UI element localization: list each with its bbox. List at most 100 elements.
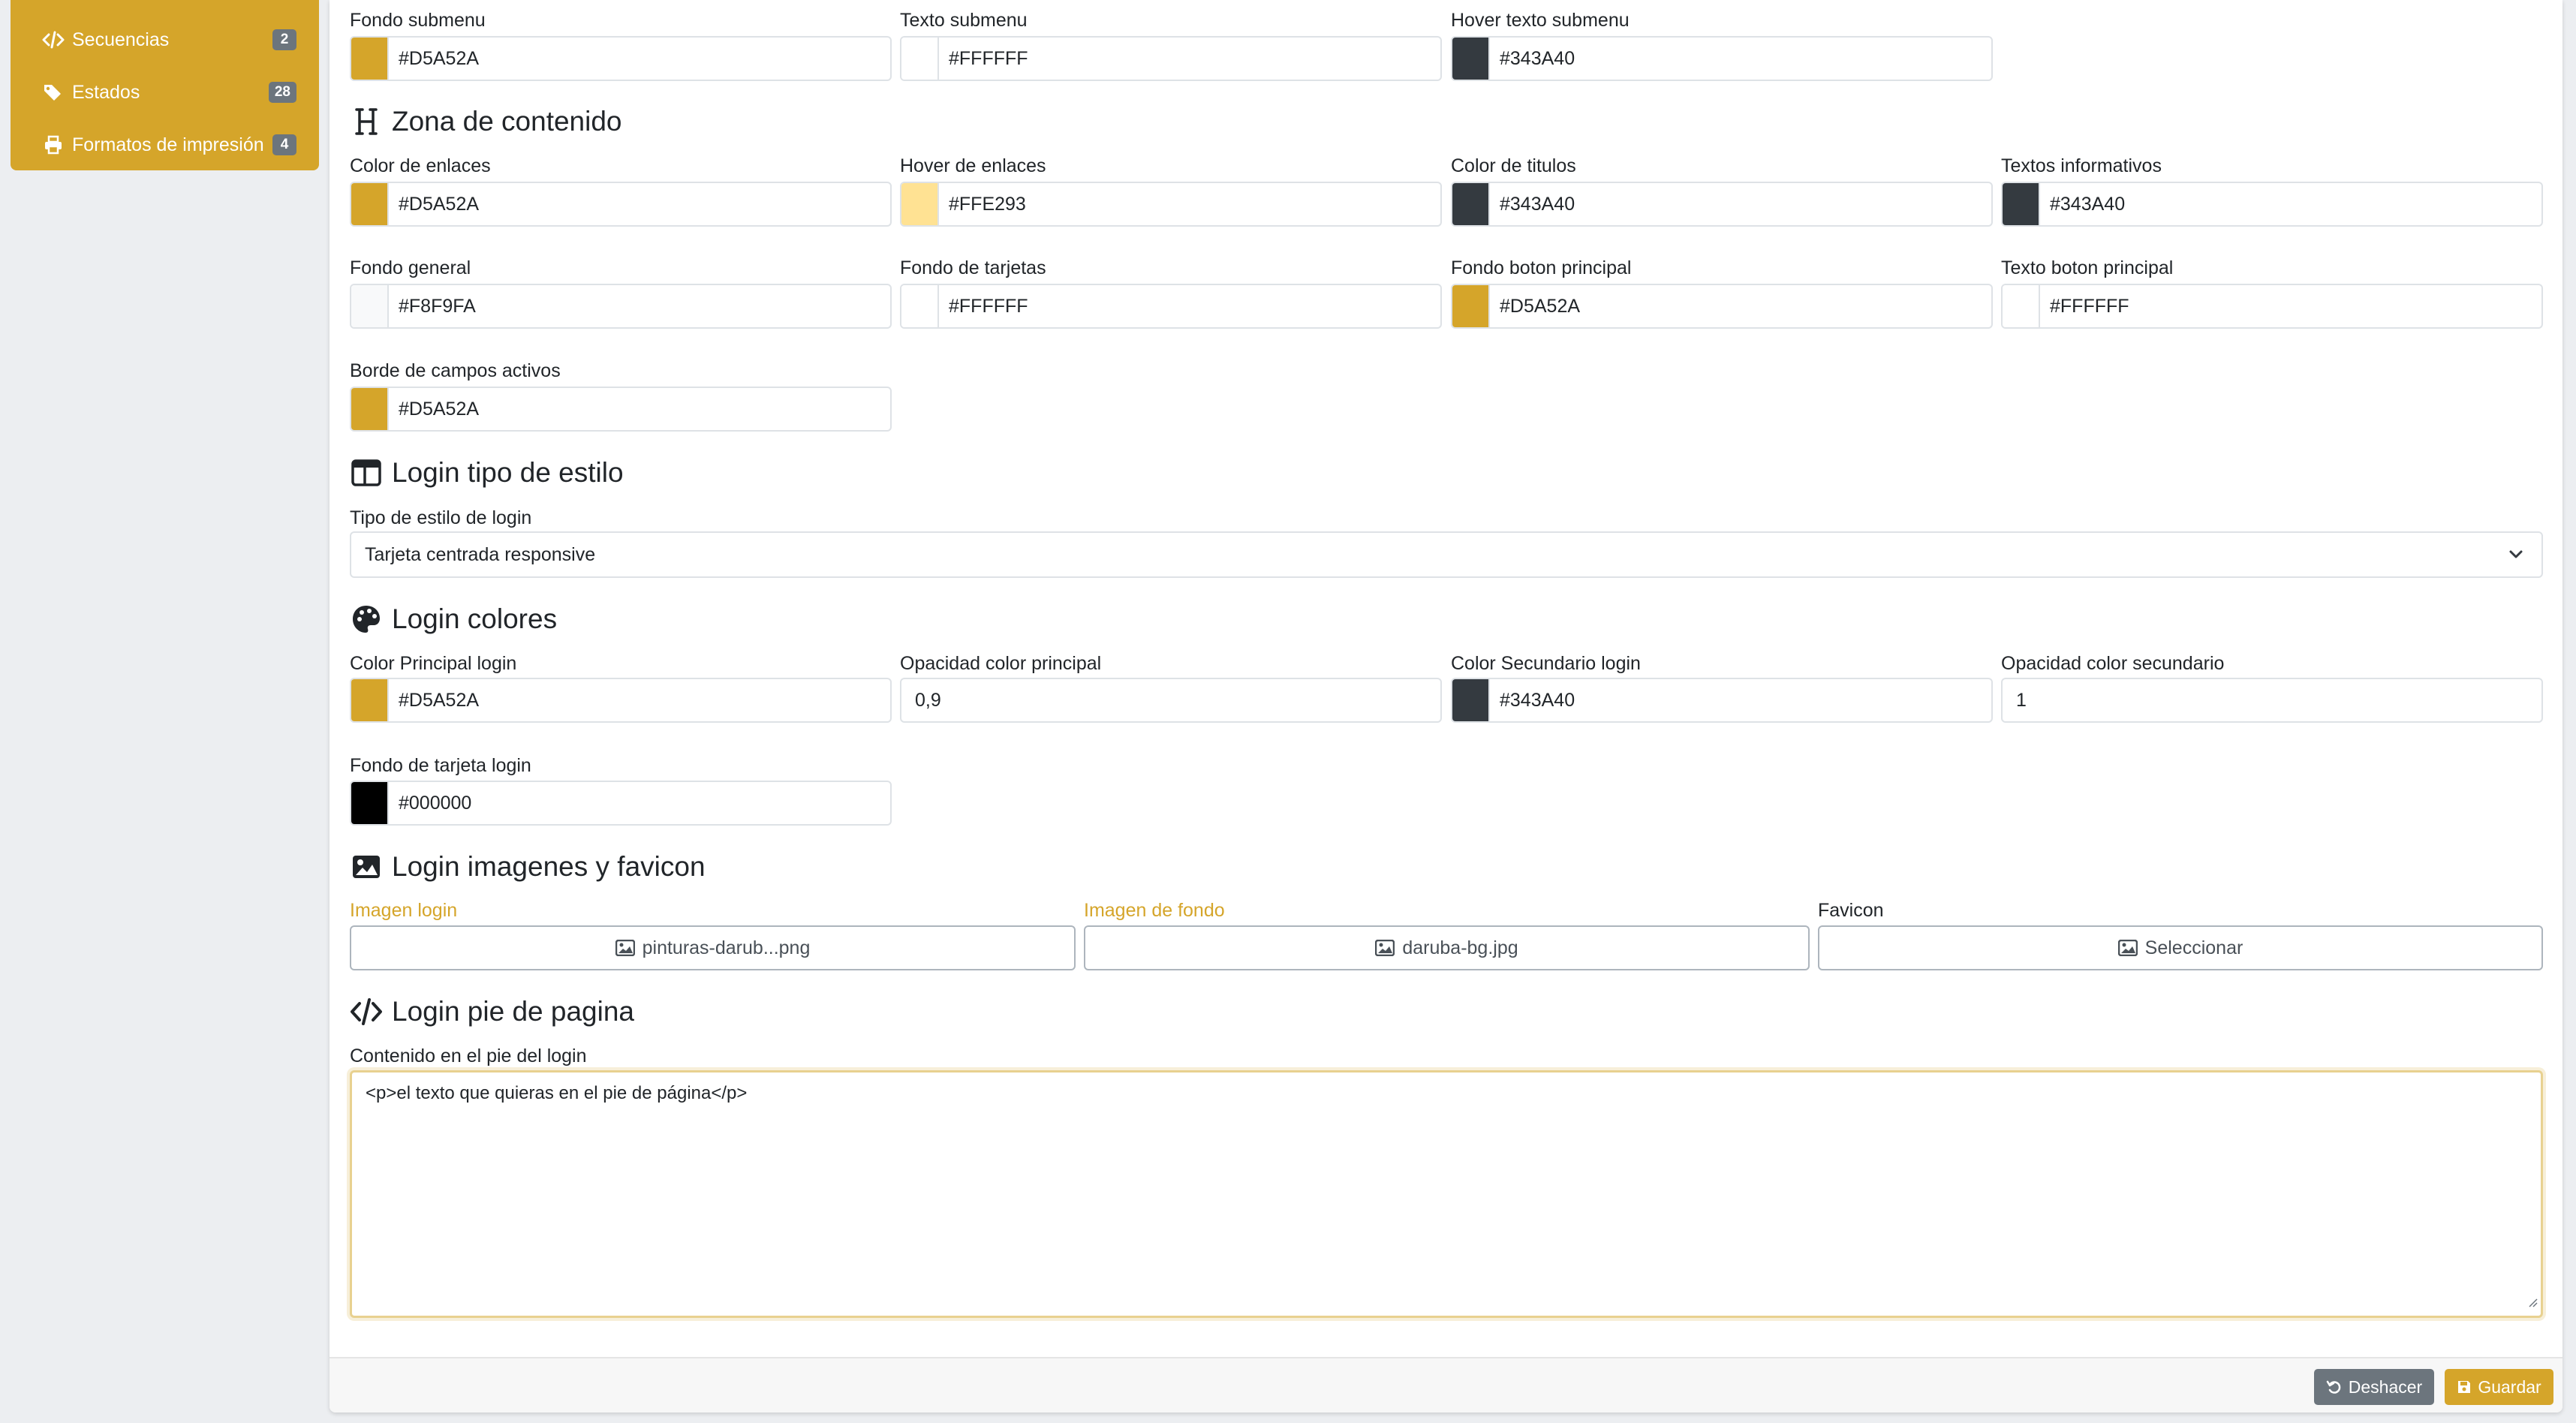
color-swatch[interactable]: [1452, 285, 1490, 327]
color-swatch[interactable]: [901, 285, 939, 327]
file-select-imagen-login[interactable]: pinturas-darub...png: [350, 925, 1076, 970]
color-swatch[interactable]: [351, 679, 389, 721]
color-field-borde-campos-activos[interactable]: #D5A52A: [350, 387, 892, 432]
section-title-login-style: Login tipo de estilo: [350, 456, 624, 489]
undo-button[interactable]: Deshacer: [2314, 1369, 2434, 1405]
color-swatch[interactable]: [2003, 285, 2040, 327]
count-badge: 4: [272, 134, 296, 155]
section-title-login-colors: Login colores: [350, 603, 557, 636]
layout-icon: [350, 456, 383, 489]
color-field-hover-texto-submenu[interactable]: #343A40: [1451, 36, 1993, 81]
file-select-favicon[interactable]: Seleccionar: [1818, 925, 2543, 970]
sidebar-item-secuencias[interactable]: Secuencias 2: [11, 14, 319, 66]
input-value: 1: [2016, 689, 2027, 711]
section-title: Login tipo de estilo: [392, 457, 624, 488]
field-label: Fondo de tarjeta login: [350, 755, 531, 776]
color-field-texto-boton-principal[interactable]: #FFFFFF: [2001, 284, 2543, 329]
sidebar-menu: Secuencias 2 Estados 28 Formatos de impr…: [11, 0, 319, 170]
color-swatch[interactable]: [901, 38, 939, 80]
color-swatch[interactable]: [1452, 183, 1490, 225]
color-value: #343A40: [1500, 689, 1575, 711]
color-field-color-secundario-login[interactable]: #343A40: [1451, 678, 1993, 723]
color-field-fondo-tarjetas[interactable]: #FFFFFF: [900, 284, 1442, 329]
color-value: #FFFFFF: [949, 47, 1028, 69]
opacity-secondary-input[interactable]: 1: [2001, 678, 2543, 723]
palette-icon: [350, 603, 383, 636]
sidebar-item-label: Formatos de impresión: [72, 134, 264, 155]
color-swatch[interactable]: [351, 782, 389, 824]
sidebar-item-label: Secuencias: [72, 29, 170, 50]
color-value: #FFFFFF: [2050, 295, 2129, 317]
color-swatch[interactable]: [351, 183, 389, 225]
field-label: Borde de campos activos: [350, 360, 561, 381]
color-field-hover-enlaces[interactable]: #FFE293: [900, 182, 1442, 227]
color-field-color-principal-login[interactable]: #D5A52A: [350, 678, 892, 723]
field-label: Hover texto submenu: [1451, 10, 1630, 31]
color-value: #D5A52A: [399, 193, 480, 215]
color-value: #D5A52A: [399, 47, 480, 69]
opacity-primary-input[interactable]: 0,9: [900, 678, 1442, 723]
field-label: Color Principal login: [350, 653, 517, 674]
resize-handle-icon[interactable]: [2527, 1292, 2538, 1313]
color-value: #F8F9FA: [399, 295, 476, 317]
color-field-fondo-submenu[interactable]: #D5A52A: [350, 36, 892, 81]
color-swatch[interactable]: [351, 388, 389, 430]
color-field-fondo-general[interactable]: #F8F9FA: [350, 284, 892, 329]
tags-icon: [42, 81, 65, 104]
textarea-value: <p>el texto que quieras en el pie de pág…: [366, 1083, 748, 1103]
field-label: Imagen login: [350, 900, 458, 921]
input-value: 0,9: [915, 689, 941, 711]
field-label: Tipo de estilo de login: [350, 507, 532, 528]
login-style-select[interactable]: Tarjeta centrada responsive: [350, 531, 2543, 578]
color-field-textos-informativos[interactable]: #343A40: [2001, 182, 2543, 227]
color-value: #000000: [399, 792, 472, 814]
color-value: #D5A52A: [1500, 295, 1581, 317]
color-field-texto-submenu[interactable]: #FFFFFF: [900, 36, 1442, 81]
color-value: #343A40: [1500, 47, 1575, 69]
color-swatch[interactable]: [1452, 38, 1490, 80]
field-label: Fondo submenu: [350, 10, 486, 31]
footer-content-textarea[interactable]: <p>el texto que quieras en el pie de pág…: [350, 1070, 2543, 1318]
field-label: Contenido en el pie del login: [350, 1045, 587, 1066]
color-value: #D5A52A: [399, 689, 480, 711]
field-label: Color de titulos: [1451, 155, 1576, 176]
field-label: Color Secundario login: [1451, 653, 1641, 674]
section-title-login-footer: Login pie de pagina: [350, 995, 634, 1028]
image-icon: [2117, 940, 2138, 956]
field-label: Opacidad color principal: [900, 653, 1102, 674]
color-swatch[interactable]: [351, 285, 389, 327]
field-label: Texto boton principal: [2001, 257, 2174, 278]
code-icon: [350, 995, 383, 1028]
color-value: #D5A52A: [399, 398, 480, 420]
card-footer: Deshacer Guardar: [330, 1357, 2562, 1412]
file-select-imagen-fondo[interactable]: daruba-bg.jpg: [1084, 925, 1810, 970]
color-swatch[interactable]: [901, 183, 939, 225]
field-label: Texto submenu: [900, 10, 1028, 31]
file-name: Seleccionar: [2144, 937, 2243, 958]
undo-icon: [2326, 1379, 2343, 1395]
field-label: Textos informativos: [2001, 155, 2162, 176]
count-badge: 28: [268, 82, 296, 103]
count-badge: 2: [272, 29, 296, 50]
image-icon: [350, 850, 383, 883]
sidebar-item-estados[interactable]: Estados 28: [11, 66, 319, 119]
color-value: #FFFFFF: [949, 295, 1028, 317]
color-swatch[interactable]: [1452, 679, 1490, 721]
color-field-fondo-boton-principal[interactable]: #D5A52A: [1451, 284, 1993, 329]
heading-icon: [350, 105, 383, 138]
image-icon: [1375, 940, 1395, 956]
color-field-color-enlaces[interactable]: #D5A52A: [350, 182, 892, 227]
save-label: Guardar: [2478, 1376, 2541, 1397]
color-field-fondo-tarjeta-login[interactable]: #000000: [350, 781, 892, 826]
save-button[interactable]: Guardar: [2445, 1369, 2553, 1405]
color-swatch[interactable]: [351, 38, 389, 80]
field-label: Hover de enlaces: [900, 155, 1046, 176]
color-swatch[interactable]: [2003, 183, 2040, 225]
field-label: Fondo general: [350, 257, 471, 278]
undo-label: Deshacer: [2348, 1376, 2423, 1397]
file-name: pinturas-darub...png: [642, 937, 811, 958]
color-field-color-titulos[interactable]: #343A40: [1451, 182, 1993, 227]
sidebar-item-formatos[interactable]: Formatos de impresión 4: [11, 119, 319, 171]
section-title: Login colores: [392, 603, 558, 634]
field-label: Fondo de tarjetas: [900, 257, 1046, 278]
